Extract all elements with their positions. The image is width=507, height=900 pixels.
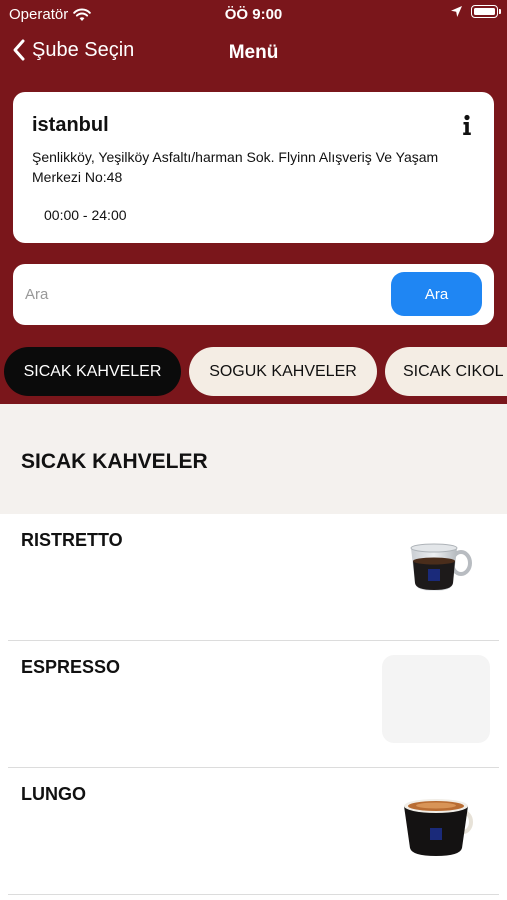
divider: [8, 894, 499, 895]
navigation-bar: Şube Seçin Menü: [0, 30, 507, 74]
tab-soguk-kahveler[interactable]: SOGUK KAHVELER: [189, 347, 377, 396]
menu-item-name: RISTRETTO: [21, 530, 123, 550]
menu-item-espresso[interactable]: ESPRESSO: [0, 641, 507, 768]
search-bar: Ara: [13, 264, 494, 325]
branch-name: istanbul: [32, 114, 109, 136]
menu-list: RISTRETTO ESPRESSO LUNGO: [0, 514, 507, 900]
status-time: ÖÖ 9:00: [224, 6, 283, 23]
location-arrow-icon: [451, 6, 462, 17]
menu-item-name: LUNGO: [21, 784, 86, 804]
branch-card: istanbul Şenlikköy, Yeşilköy Asfaltı/har…: [13, 92, 494, 243]
lungo-cup-image: [382, 782, 490, 870]
battery-icon: [471, 5, 501, 18]
chevron-left-icon: [13, 39, 25, 61]
search-button[interactable]: Ara: [391, 272, 482, 316]
espresso-cup-image: [382, 528, 490, 616]
search-input[interactable]: [25, 280, 385, 308]
branch-address: Şenlikköy, Yeşilköy Asfaltı/harman Sok. …: [32, 149, 439, 185]
section-title: SICAK KAHVELER: [21, 450, 208, 473]
menu-item-lungo[interactable]: LUNGO: [0, 768, 507, 895]
info-icon[interactable]: [460, 114, 474, 136]
image-placeholder: [382, 655, 490, 743]
tab-sicak-kahveler[interactable]: SICAK KAHVELER: [4, 347, 181, 396]
category-tabs: SICAK KAHVELER SOGUK KAHVELER SICAK CIKO…: [0, 347, 507, 397]
tab-sicak-cikolata[interactable]: SICAK CIKOL: [385, 347, 507, 396]
menu-item-ristretto[interactable]: RISTRETTO: [0, 514, 507, 641]
branch-hours: 00:00 - 24:00: [44, 207, 127, 223]
section-header: SICAK KAHVELER: [0, 404, 507, 514]
back-label: Şube Seçin: [32, 38, 135, 61]
menu-item-name: ESPRESSO: [21, 657, 121, 677]
back-button[interactable]: Şube Seçin: [12, 38, 134, 62]
status-bar: Operatör ÖÖ 9:00: [0, 0, 507, 28]
